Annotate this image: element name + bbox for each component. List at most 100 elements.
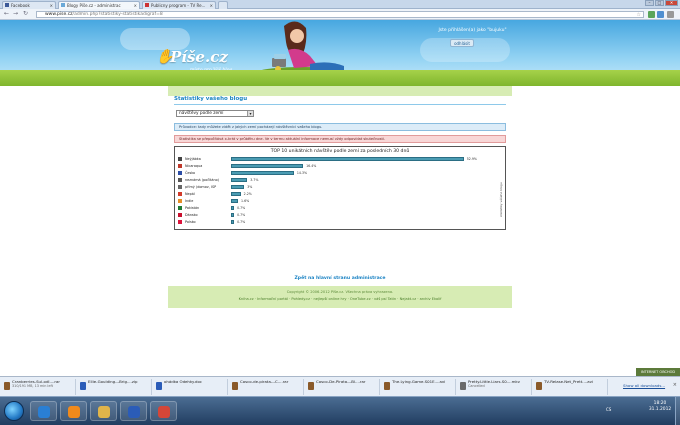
download-item[interactable]: Ellie-Goulding---Brig....zip — [78, 379, 152, 395]
chart-value-label: 3.7% — [250, 178, 259, 182]
close-window-button[interactable]: ✕ — [665, 0, 678, 6]
browser-tab-strip: Facebook × Blogy Píše.cz - administrac ×… — [0, 0, 680, 9]
download-name: Ellie-Goulding---Brig....zip — [88, 379, 138, 384]
download-item[interactable]: Pretty.Little.Liars.S0....mkv Cancelled — [458, 379, 532, 395]
country-flag-icon — [178, 164, 182, 168]
file-icon — [384, 382, 390, 390]
internet-explorer-taskbar-button[interactable] — [30, 401, 57, 421]
chart-value-label: 52.9% — [466, 157, 477, 161]
forward-arrow-icon[interactable]: → — [12, 11, 19, 18]
content-area: Statistiky vašeho blogu návštěvy podle z… — [168, 96, 512, 286]
country-flag-icon — [178, 185, 182, 189]
back-to-admin-link[interactable]: Zpět na hlavní stranu administrace — [168, 276, 512, 281]
tab-program[interactable]: Publicny program - TV Re... × — [142, 1, 216, 9]
wrench-menu-icon[interactable] — [667, 11, 674, 18]
download-item[interactable]: Cosco-De-Pirata---Bl....rar — [306, 379, 380, 395]
footer-links[interactable]: Kniha.cz · Informační portál · Pohledy.c… — [168, 297, 512, 301]
url-host: www.pise.cz — [45, 12, 73, 17]
download-shelf: Cranberries-Sul-odl....rar 310/191 MB, 13… — [0, 376, 680, 396]
download-item[interactable]: Cranberries-Sul-odl....rar 310/191 MB, 13… — [2, 379, 76, 395]
download-status: 310/191 MB, 13 min left — [12, 384, 53, 388]
tab-facebook[interactable]: Facebook × — [2, 1, 56, 9]
tab-label: Facebook — [11, 3, 30, 8]
country-flag-icon — [178, 171, 182, 175]
web-page: ✋ Píše.cz místo pro Váš blog Jste přihlá… — [0, 20, 680, 380]
chart-row: Dánsko 0.7% — [175, 212, 505, 218]
start-button[interactable] — [4, 401, 24, 421]
warning-message: Statistika se přepočítává x-krát v průbě… — [174, 135, 506, 143]
tv-favicon-icon — [145, 3, 149, 7]
minimize-button[interactable]: – — [645, 0, 654, 6]
reload-icon[interactable]: ↻ — [22, 11, 29, 18]
chart-row: Polsko 0.7% — [175, 219, 505, 225]
download-item[interactable]: The.Lying.Game.S01E....avi — [382, 379, 456, 395]
language-indicator[interactable]: CS — [606, 407, 611, 412]
close-tab-icon[interactable]: × — [50, 2, 53, 9]
content-top-band — [168, 86, 512, 96]
logo-text: Píše.cz — [170, 48, 228, 66]
chart-value-label: 2.2% — [243, 192, 252, 196]
new-tab-button[interactable] — [218, 1, 228, 9]
windows-media-player-icon — [68, 406, 80, 418]
download-name: Cosco-de-pirata---C....rar — [240, 379, 289, 384]
chart-row: Neýjábka 52.9% — [175, 156, 505, 162]
country-flag-icon — [178, 192, 182, 196]
taskbar-clock[interactable]: 18:20 31.1.2012 — [646, 401, 674, 413]
chart-bar — [231, 171, 294, 175]
chevron-down-icon: ▾ — [247, 111, 253, 116]
chart-bar — [231, 157, 464, 161]
pise-favicon-icon — [61, 3, 65, 7]
back-arrow-icon[interactable]: ← — [3, 11, 10, 18]
bookmark-star-icon[interactable]: ☆ — [637, 12, 641, 18]
chart-category-label: Česko — [185, 171, 196, 175]
login-status-text: Jste přihlášen(a) jako "bujuku" — [438, 28, 507, 33]
close-tab-icon[interactable]: × — [210, 2, 213, 9]
window-controls: – □ ✕ — [645, 0, 678, 6]
country-flag-icon — [178, 220, 182, 224]
chart-category-label: přímý (domov, ISP — [185, 185, 217, 189]
chart-value-label: 14.3% — [296, 171, 308, 175]
extension-icon[interactable] — [648, 11, 655, 18]
tab-blogy-admin[interactable]: Blogy Píše.cz - administrac × — [58, 1, 140, 9]
extension-icon[interactable] — [657, 11, 664, 18]
chart-value-label: 1.6% — [241, 199, 250, 203]
address-bar[interactable]: www.pise.cz/admin.php?statistiky-statist… — [36, 11, 644, 18]
chart-bar — [231, 185, 245, 189]
country-flag-icon — [178, 199, 182, 203]
windows-media-player-taskbar-button[interactable] — [60, 401, 87, 421]
download-name: The.Lying.Game.S01E....avi — [392, 379, 446, 384]
chart-row: přímý (domov, ISP 3% — [175, 184, 505, 190]
chart-bar — [231, 220, 235, 224]
stats-type-select[interactable]: návštěvy podle zemí ▾ — [176, 110, 254, 117]
logout-button[interactable]: odhlásit — [450, 39, 474, 47]
chart-bar — [231, 192, 241, 196]
chrome-icon — [158, 406, 170, 418]
word-taskbar-button[interactable] — [120, 401, 147, 421]
chart-row: Nepál 2.2% — [175, 191, 505, 197]
file-explorer-taskbar-button[interactable] — [90, 401, 117, 421]
chart-category-label: Pakistán — [185, 206, 200, 210]
download-item[interactable]: TV-Relase.Net_Prett....avi — [534, 379, 608, 395]
hand-logo-icon: ✋ — [156, 49, 174, 65]
show-desktop-button[interactable] — [675, 397, 680, 425]
file-icon — [460, 382, 466, 390]
close-tab-icon[interactable]: × — [134, 2, 137, 9]
browser-toolbar: ← → ↻ www.pise.cz/admin.php?statistiky-s… — [0, 9, 680, 20]
site-logo[interactable]: ✋ Píše.cz — [156, 48, 228, 66]
tab-label: Publicny program - TV Re... — [151, 3, 206, 8]
chart-value-label: 0.7% — [237, 206, 246, 210]
close-icon[interactable]: × — [673, 382, 677, 388]
chart-value-label: 0.7% — [237, 213, 246, 217]
corner-ad-badge[interactable]: INTERNET OBCHOD — [636, 368, 680, 376]
maximize-button[interactable]: □ — [655, 0, 664, 6]
windows-taskbar: CS 18:20 31.1.2012 — [0, 396, 680, 425]
show-all-downloads-link[interactable]: Show all downloads... — [623, 383, 665, 388]
chart-bar — [231, 206, 235, 210]
grass-band — [0, 70, 680, 86]
chrome-taskbar-button[interactable] — [150, 401, 177, 421]
download-item[interactable]: Cosco-de-pirata---C....rar — [230, 379, 304, 395]
chart-category-label: neznámá (počítáno) — [185, 178, 220, 182]
download-name: ohádka Odehky.doc — [164, 379, 202, 384]
download-status: Cancelled — [468, 384, 485, 388]
download-item[interactable]: ohádka Odehky.doc — [154, 379, 228, 395]
